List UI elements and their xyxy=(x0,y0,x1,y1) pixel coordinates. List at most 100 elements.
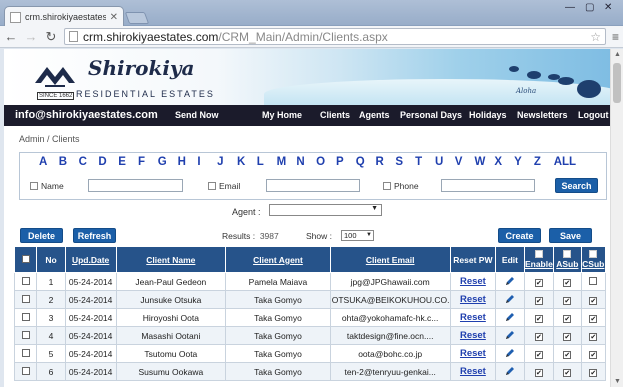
search-button[interactable]: Search xyxy=(555,178,598,193)
csub-checkbox[interactable] xyxy=(589,276,598,285)
csub-checkbox[interactable]: ✔ xyxy=(589,296,598,305)
forward-arrow-icon[interactable]: → xyxy=(24,29,38,44)
nav-email-link[interactable]: info@shirokiyaestates.com xyxy=(15,109,158,121)
asub-checkbox[interactable]: ✔ xyxy=(563,332,572,341)
enable-checkbox[interactable]: ✔ xyxy=(534,314,543,323)
nav-agents[interactable]: Agents xyxy=(359,110,390,120)
maximize-icon[interactable]: ▢ xyxy=(585,2,594,13)
letter-filter-l[interactable]: L xyxy=(257,156,277,168)
csub-all-checkbox[interactable] xyxy=(589,250,598,258)
letter-filter-n[interactable]: N xyxy=(296,156,316,168)
back-arrow-icon[interactable]: ← xyxy=(4,29,18,44)
letter-filter-w[interactable]: W xyxy=(475,156,495,168)
create-button[interactable]: Create xyxy=(498,228,541,243)
enable-all-checkbox[interactable] xyxy=(534,250,543,258)
row-select-checkbox[interactable] xyxy=(21,366,30,375)
close-tab-icon[interactable]: ✕ xyxy=(110,12,118,23)
row-select-checkbox[interactable] xyxy=(21,348,30,357)
letter-filter-a[interactable]: A xyxy=(39,156,59,168)
select-all-checkbox[interactable] xyxy=(21,254,30,263)
email-input[interactable] xyxy=(266,179,360,192)
nav-logout[interactable]: Logout xyxy=(578,110,609,120)
email-checkbox[interactable] xyxy=(208,182,216,190)
letter-filter-y[interactable]: Y xyxy=(514,156,534,168)
row-select-checkbox[interactable] xyxy=(21,294,30,303)
address-bar[interactable]: crm.shirokiyaestates.com/CRM_Main/Admin/… xyxy=(64,28,606,45)
enable-checkbox[interactable]: ✔ xyxy=(534,278,543,287)
letter-filter-h[interactable]: H xyxy=(178,156,198,168)
letter-filter-b[interactable]: B xyxy=(59,156,79,168)
nav-my-home[interactable]: My Home xyxy=(262,110,302,120)
letter-filter-f[interactable]: F xyxy=(138,156,158,168)
nav-holidays[interactable]: Holidays xyxy=(469,110,507,120)
letter-filter-z[interactable]: Z xyxy=(534,156,554,168)
reset-pw-link[interactable]: Reset xyxy=(449,290,497,309)
phone-input[interactable] xyxy=(441,179,535,192)
edit-pencil-icon[interactable] xyxy=(505,312,515,322)
letter-filter-m[interactable]: M xyxy=(277,156,297,168)
reset-pw-link[interactable]: Reset xyxy=(449,362,497,381)
browser-tab[interactable]: crm.shirokiyaestates.com ✕ xyxy=(4,6,124,27)
letter-filter-v[interactable]: V xyxy=(455,156,475,168)
letter-filter-e[interactable]: E xyxy=(118,156,138,168)
table-row[interactable]: 4 05-24-2014 Masashi Ootani Taka Gomyo taktd… xyxy=(13,326,607,345)
browser-menu-icon[interactable]: ≡ xyxy=(612,30,619,44)
letter-filter-t[interactable]: T xyxy=(415,156,435,168)
scroll-up-icon[interactable]: ▲ xyxy=(614,51,621,58)
table-row[interactable]: 2 05-24-2014 Junsuke Otsuka Taka Gomyo OTSUK… xyxy=(13,290,607,309)
asub-all-checkbox[interactable] xyxy=(563,250,572,258)
row-select-checkbox[interactable] xyxy=(21,312,30,321)
bookmark-star-icon[interactable]: ☆ xyxy=(590,30,601,44)
csub-checkbox[interactable]: ✔ xyxy=(589,350,598,359)
csub-checkbox[interactable]: ✔ xyxy=(589,368,598,377)
col-enable[interactable]: Enable xyxy=(523,246,555,273)
letter-filter-u[interactable]: U xyxy=(435,156,455,168)
col-upd-date[interactable]: Upd.Date xyxy=(64,246,117,273)
letter-filter-g[interactable]: G xyxy=(158,156,178,168)
edit-pencil-icon[interactable] xyxy=(505,294,515,304)
edit-pencil-icon[interactable] xyxy=(505,330,515,340)
nav-newsletters[interactable]: Newsletters xyxy=(517,110,568,120)
refresh-button[interactable]: Refresh xyxy=(73,228,116,243)
letter-filter-k[interactable]: K xyxy=(237,156,257,168)
table-row[interactable]: 6 05-24-2014 Susumu Ookawa Taka Gomyo ten-2@… xyxy=(13,362,607,381)
asub-checkbox[interactable]: ✔ xyxy=(563,278,572,287)
new-tab-button[interactable] xyxy=(124,12,150,24)
col-client-agent[interactable]: Client Agent xyxy=(225,246,331,273)
csub-checkbox[interactable]: ✔ xyxy=(589,314,598,323)
page-size-select[interactable]: 100 ▼ xyxy=(341,230,374,241)
edit-pencil-icon[interactable] xyxy=(505,276,515,286)
row-select-checkbox[interactable] xyxy=(21,276,30,285)
reset-pw-link[interactable]: Reset xyxy=(449,272,497,291)
col-client-email[interactable]: Client Email xyxy=(329,246,451,273)
asub-checkbox[interactable]: ✔ xyxy=(563,296,572,305)
col-asub[interactable]: ASub xyxy=(553,246,582,273)
nav-send-now[interactable]: Send Now xyxy=(175,110,219,120)
letter-filter-p[interactable]: P xyxy=(336,156,356,168)
asub-checkbox[interactable]: ✔ xyxy=(563,350,572,359)
enable-checkbox[interactable]: ✔ xyxy=(534,350,543,359)
scrollbar-thumb[interactable] xyxy=(613,63,621,103)
close-window-icon[interactable]: ✕ xyxy=(604,2,612,13)
letter-filter-i[interactable]: I xyxy=(197,156,217,168)
letter-filter-j[interactable]: J xyxy=(217,156,237,168)
phone-checkbox[interactable] xyxy=(383,182,391,190)
scroll-down-icon[interactable]: ▼ xyxy=(614,378,621,385)
delete-button[interactable]: Delete xyxy=(20,228,63,243)
letter-filter-s[interactable]: S xyxy=(395,156,415,168)
reset-pw-link[interactable]: Reset xyxy=(449,326,497,345)
letter-filter-c[interactable]: C xyxy=(79,156,99,168)
letter-filter-d[interactable]: D xyxy=(98,156,118,168)
letter-filter-all[interactable]: ALL xyxy=(554,156,576,168)
reset-pw-link[interactable]: Reset xyxy=(449,344,497,363)
page-scrollbar[interactable]: ▲ ▼ xyxy=(610,49,623,387)
name-input[interactable] xyxy=(88,179,183,192)
table-row[interactable]: 1 05-24-2014 Jean-Paul Gedeon Pamela Maiava… xyxy=(13,272,607,291)
nav-personal-days[interactable]: Personal Days xyxy=(400,110,462,120)
save-button[interactable]: Save xyxy=(549,228,592,243)
col-client-name[interactable]: Client Name xyxy=(115,246,227,273)
agent-select[interactable]: ▼ xyxy=(269,204,382,216)
csub-checkbox[interactable]: ✔ xyxy=(589,332,598,341)
name-checkbox[interactable] xyxy=(30,182,38,190)
letter-filter-x[interactable]: X xyxy=(494,156,514,168)
